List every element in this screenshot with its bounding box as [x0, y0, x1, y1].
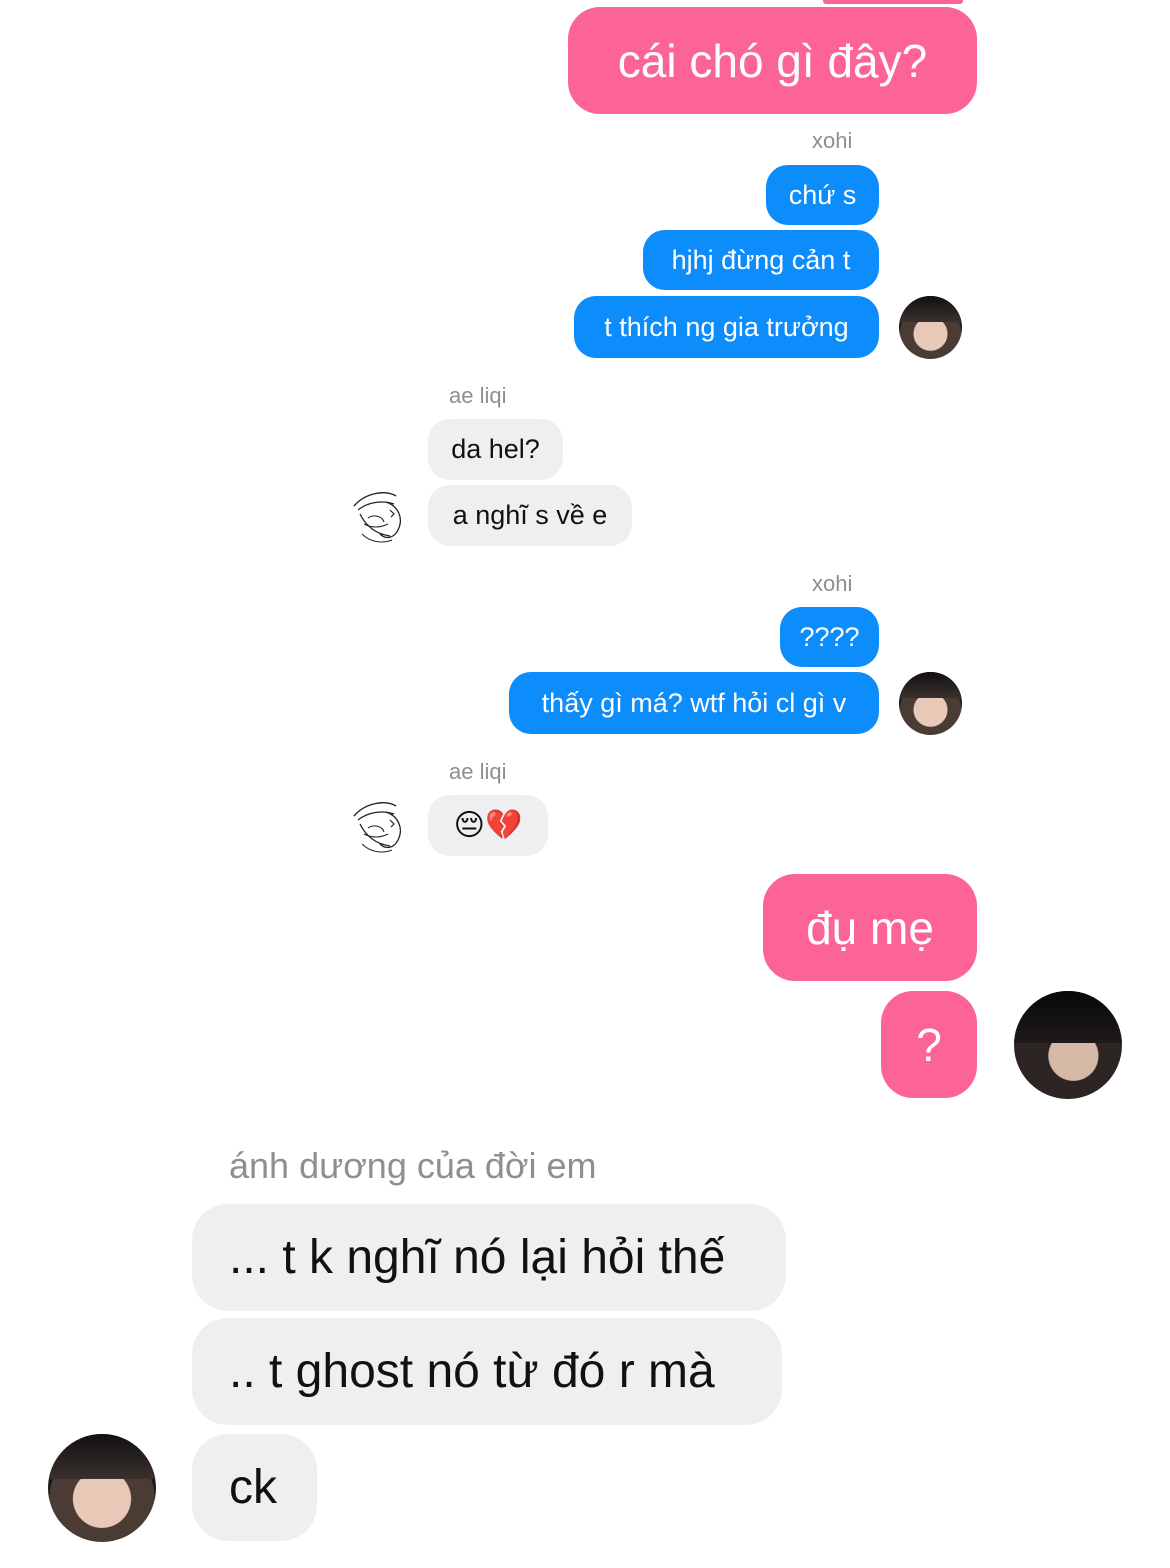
message-text: chứ s	[788, 179, 857, 210]
message-text: .. t ghost nó từ đó r mà	[229, 1345, 715, 1398]
message-text: cái chó gì đây?	[617, 34, 928, 87]
message-text: ?	[916, 1018, 942, 1071]
message-bubble-sent[interactable]: ?	[881, 991, 977, 1098]
message-bubble-quoted[interactable]: 😔💔	[428, 795, 548, 856]
previous-message-edge	[823, 0, 963, 4]
message-text: a nghĩ s về e	[452, 500, 608, 530]
message-text: t thích ng gia trưởng	[604, 311, 849, 342]
message-bubble-quoted[interactable]: ????	[780, 607, 879, 667]
avatar-me[interactable]	[1014, 991, 1122, 1099]
message-text: ... t k nghĩ nó lại hỏi thế	[229, 1231, 726, 1284]
message-text: ck	[229, 1461, 277, 1514]
sender-label: ae liqi	[449, 759, 507, 784]
avatar-xohi[interactable]	[899, 672, 962, 735]
message-bubble-quoted[interactable]: da hel?	[428, 419, 563, 480]
message-bubble-quoted[interactable]: thấy gì má? wtf hỏi cl gì v	[509, 672, 879, 734]
message-bubble-quoted[interactable]: hjhj đừng cản t	[643, 230, 879, 290]
message-bubble-sent[interactable]: cái chó gì đây?	[568, 7, 977, 114]
message-bubble-received[interactable]: ck	[192, 1434, 317, 1541]
message-bubble-quoted[interactable]: t thích ng gia trưởng	[574, 296, 879, 358]
message-bubble-sent[interactable]: đụ mẹ	[763, 874, 977, 981]
message-bubble-quoted[interactable]: a nghĩ s về e	[428, 485, 632, 546]
avatar-anhduong[interactable]	[48, 1434, 156, 1542]
sender-label: xohi	[812, 128, 853, 153]
message-text: da hel?	[451, 434, 540, 464]
message-bubble-received[interactable]: ... t k nghĩ nó lại hỏi thế	[192, 1204, 786, 1311]
avatar-aeliqi-sketch-icon[interactable]	[346, 484, 410, 548]
message-text: thấy gì má? wtf hỏi cl gì v	[541, 687, 847, 718]
message-bubble-quoted[interactable]: chứ s	[766, 165, 879, 225]
sender-label: ae liqi	[449, 383, 507, 408]
avatar-xohi[interactable]	[899, 296, 962, 359]
message-emoji: 😔💔	[453, 809, 523, 842]
message-bubble-received[interactable]: .. t ghost nó từ đó r mà	[192, 1318, 782, 1425]
message-text: hjhj đừng cản t	[671, 244, 851, 275]
avatar-aeliqi-sketch-icon[interactable]	[346, 794, 410, 858]
sender-label: ánh dương của đời em	[229, 1145, 597, 1186]
sender-label: xohi	[812, 571, 853, 596]
message-text: đụ mẹ	[806, 901, 934, 954]
message-text: ????	[799, 621, 860, 652]
